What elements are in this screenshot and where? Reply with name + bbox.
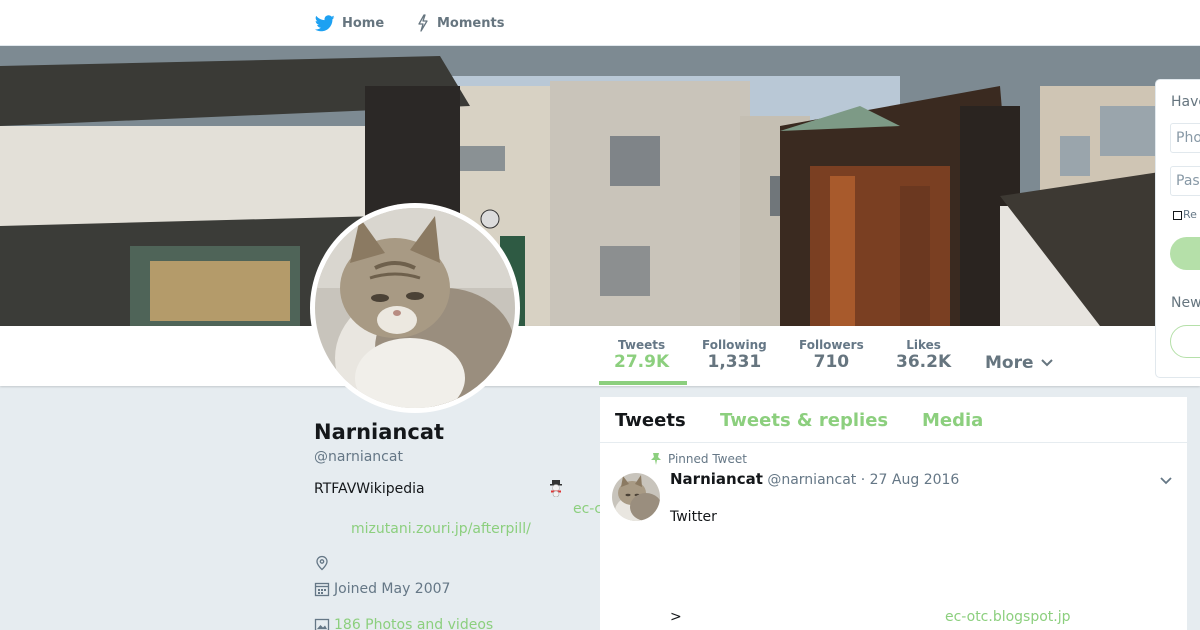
tweet-link[interactable]: ec-otc.blogspot.jp [945,609,1071,625]
top-navigation: Home Moments [0,0,1200,46]
tweet-header: Narniancat @narniancat · 27 Aug 2016 [670,470,959,488]
image-icon [314,618,330,630]
profile-name: Narniancat [314,420,445,444]
chevron-down-icon[interactable] [1158,473,1174,489]
nav-moments-label: Moments [437,15,505,31]
snowman-icon [550,480,562,497]
login-title: Have [1171,94,1200,110]
stat-tweets[interactable]: Tweets 27.9K [614,338,669,372]
pin-icon [651,453,661,465]
pinned-tweet-indicator: Pinned Tweet [650,452,747,466]
profile-joined: Joined May 2007 [314,581,450,597]
stat-tweets-label: Tweets [618,338,666,352]
cat-avatar-image [315,208,515,428]
stat-likes-label: Likes [906,338,941,352]
stat-likes-value: 36.2K [896,352,952,372]
timeline: Tweets Tweets & replies Media Pinned Twe… [600,397,1187,630]
banner-image [0,46,1200,326]
profile-location [314,555,334,571]
remember-me-label: Re [1183,208,1197,221]
chevron-down-icon [1040,359,1053,367]
profile-avatar[interactable] [310,203,520,428]
stat-following[interactable]: Following 1,331 [702,338,767,372]
profile-banner[interactable] [0,46,1200,326]
timeline-tabs: Tweets Tweets & replies Media [600,397,1187,443]
tweet-meta[interactable]: @narniancat · 27 Aug 2016 [767,472,959,488]
phone-input[interactable]: Pho [1170,123,1200,153]
twitter-bird-icon [315,14,335,31]
tweet-author[interactable]: Narniancat [670,470,763,488]
tweet-trailing-text: > [670,609,682,625]
nav-home[interactable]: Home [315,12,384,34]
login-button[interactable] [1170,237,1200,270]
more-menu-button[interactable]: More [985,353,1054,373]
nav-moments[interactable]: Moments [416,12,504,34]
login-panel: Have Pho Pass Re New [1155,79,1200,378]
stat-following-value: 1,331 [707,352,762,372]
stat-followers[interactable]: Followers 710 [799,338,864,372]
stat-followers-value: 710 [813,352,850,372]
tweet-avatar[interactable] [612,473,660,521]
profile-bio: RTFAVWikipedia [314,481,425,497]
password-input[interactable]: Pass [1170,166,1200,196]
tweet-avatar-image [612,473,660,521]
profile-photos-text: 186 Photos and videos [334,617,494,630]
signup-title: New [1171,295,1200,311]
signup-button[interactable] [1170,325,1200,358]
calendar-icon [314,582,330,597]
stat-likes[interactable]: Likes 36.2K [896,338,951,372]
active-stat-underline [599,381,687,385]
profile-joined-text: Joined May 2007 [334,581,451,597]
pinned-label: Pinned Tweet [668,452,747,466]
tweet-text: Twitter [670,509,717,525]
stat-tweets-value: 27.9K [614,352,670,372]
tab-media[interactable]: Media [922,410,983,431]
floating-link[interactable]: ec-c [573,501,602,517]
more-label: More [985,353,1034,373]
tab-tweets-and-replies[interactable]: Tweets & replies [720,410,888,431]
tab-tweets[interactable]: Tweets [615,410,686,431]
stat-followers-label: Followers [799,338,864,352]
location-pin-icon [316,555,328,571]
remember-me-checkbox[interactable] [1173,211,1182,220]
profile-handle: @narniancat [314,449,403,465]
stat-following-label: Following [702,338,767,352]
nav-home-label: Home [342,15,385,31]
profile-photos-link[interactable]: 186 Photos and videos [314,617,493,630]
lightning-icon [418,14,428,32]
profile-website-link[interactable]: mizutani.zouri.jp/afterpill/ [351,521,531,537]
